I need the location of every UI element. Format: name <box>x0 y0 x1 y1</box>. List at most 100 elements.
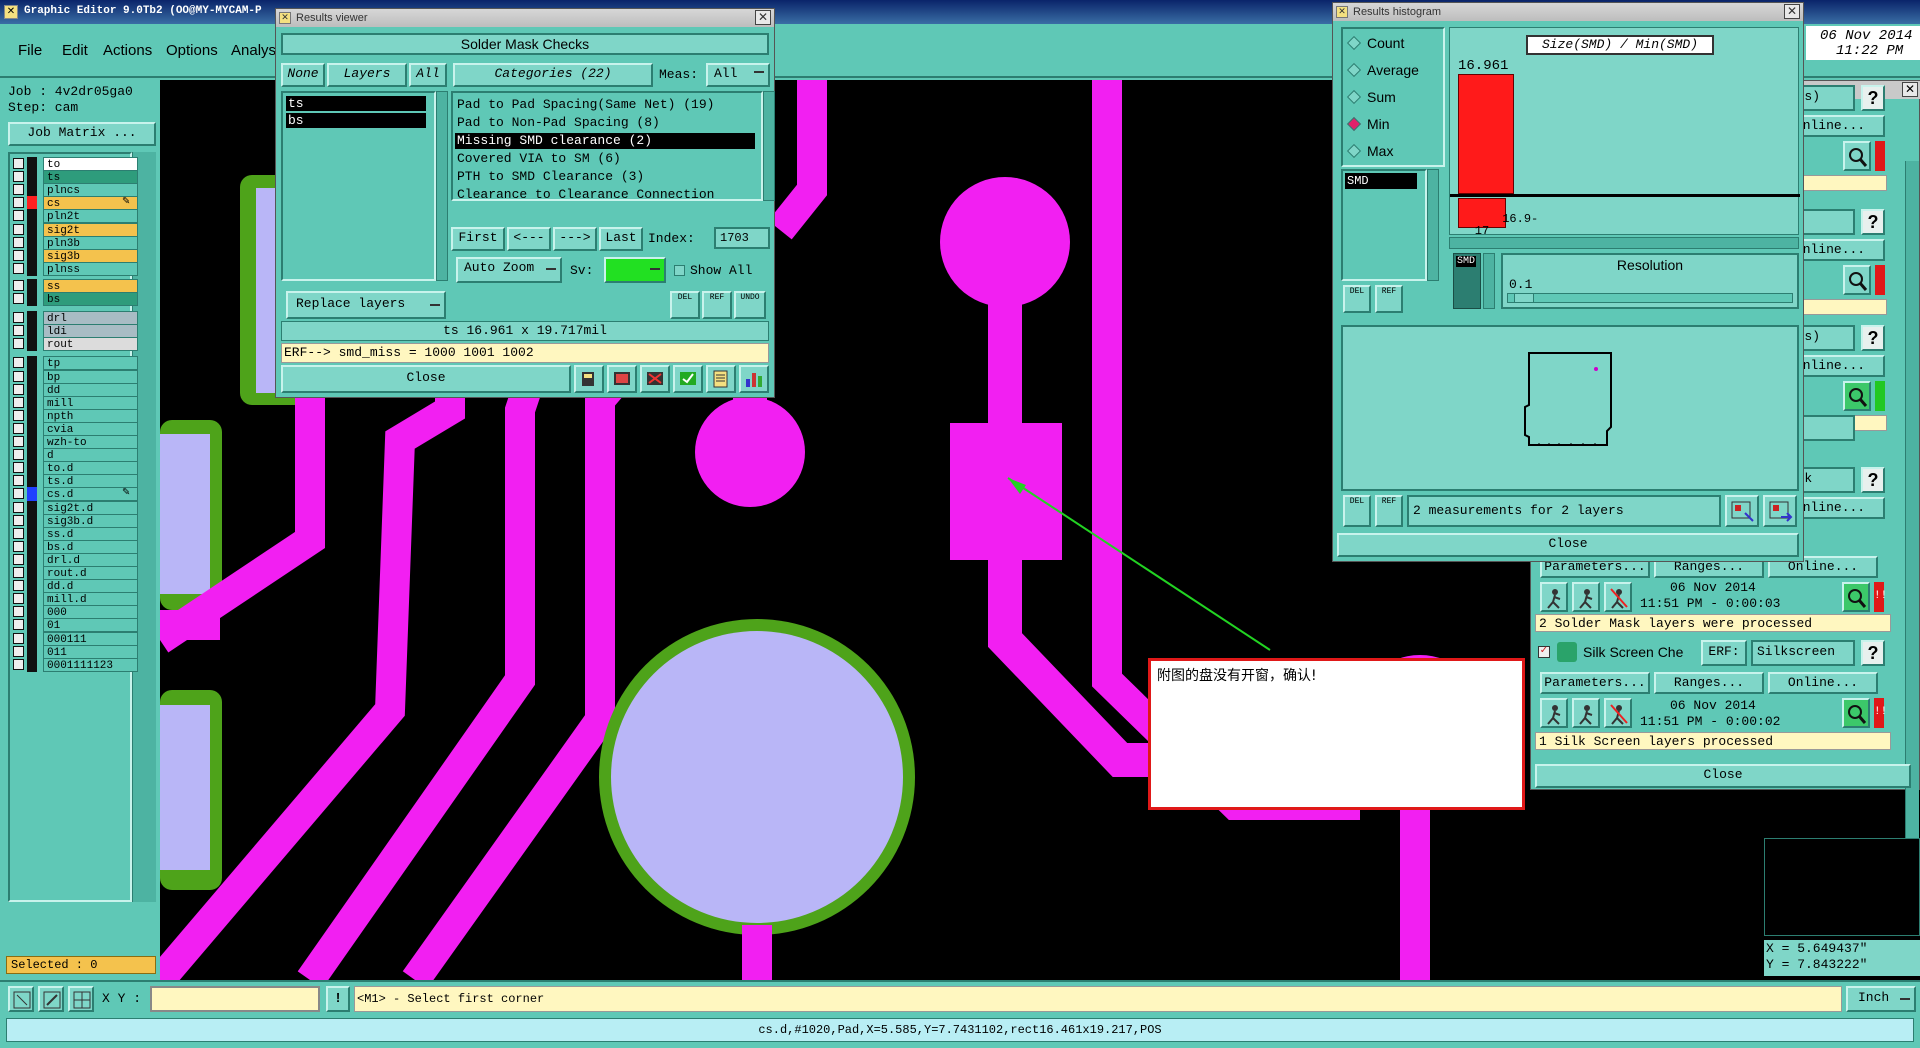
layer-row-tp[interactable]: tp <box>10 356 138 371</box>
index-input[interactable] <box>714 227 770 249</box>
layer-row-ldi[interactable]: ldi <box>10 324 138 339</box>
layer-checkbox[interactable] <box>13 262 24 274</box>
layer-name[interactable]: drl.d <box>43 552 138 567</box>
check-icon[interactable] <box>673 365 703 393</box>
ranges-button-2[interactable]: Ranges... <box>1654 672 1764 694</box>
hist-ref-button-2[interactable]: REF <box>1375 495 1403 527</box>
resolution-slider[interactable] <box>1507 293 1793 303</box>
layer-row-cvia[interactable]: cvia <box>10 421 138 436</box>
category-item[interactable]: Pad to Pad Spacing(Same Net) (19) <box>455 97 755 113</box>
layer-checkbox[interactable] <box>13 580 24 592</box>
layer-item-bs[interactable]: bs <box>286 113 426 128</box>
layer-checkbox[interactable] <box>13 197 24 209</box>
categories-scrollbar[interactable] <box>763 91 775 201</box>
results-close-button[interactable]: Close <box>281 365 571 393</box>
units-select[interactable]: Inch <box>1846 986 1916 1012</box>
chart-hscrollbar[interactable] <box>1449 237 1799 249</box>
layer-name[interactable]: 0001111123 <box>43 657 138 672</box>
layer-name[interactable]: tp <box>43 356 138 371</box>
hist-ref-button[interactable]: REF <box>1375 285 1403 313</box>
layer-checkbox[interactable] <box>13 527 24 539</box>
del-button[interactable]: DEL <box>670 291 700 319</box>
layer-name[interactable]: pln3b <box>43 235 138 250</box>
checklist-scrollbar[interactable] <box>1905 161 1919 851</box>
layer-row-npth[interactable]: npth <box>10 408 138 423</box>
help-icon[interactable]: ? <box>1861 640 1885 666</box>
layer-checkbox[interactable] <box>13 396 24 408</box>
close-icon[interactable]: ✕ <box>755 10 771 25</box>
layer-row-mill.d[interactable]: mill.d <box>10 592 138 607</box>
menu-actions[interactable]: Actions <box>103 42 152 59</box>
histogram-icon[interactable] <box>739 365 769 393</box>
results-viewer-titlebar[interactable]: ✕ Results viewer ✕ <box>276 9 774 27</box>
layer-checkbox[interactable] <box>13 436 24 447</box>
erf-button[interactable]: ERF: <box>1701 640 1747 666</box>
run-icon[interactable] <box>1572 698 1600 728</box>
prev-button[interactable]: <--- <box>507 227 551 251</box>
layer-row-rout.d[interactable]: rout.d <box>10 566 138 580</box>
category-item[interactable]: Clearance to Clearance Connection <box>455 187 755 199</box>
layer-row-to[interactable]: to <box>10 157 138 171</box>
layer-name[interactable]: ts <box>43 170 138 185</box>
layer-name[interactable]: dd <box>43 382 138 397</box>
layer-row-cs.d[interactable]: cs.d ✎ <box>10 487 138 502</box>
layer-name[interactable]: ts.d <box>43 474 138 489</box>
layer-name[interactable]: bs <box>43 292 138 306</box>
layer-checkbox[interactable] <box>13 567 24 578</box>
layer-name[interactable]: plncs <box>43 183 138 198</box>
run-icon[interactable] <box>1572 582 1600 612</box>
layer-checkbox[interactable] <box>13 462 24 474</box>
select-mode-icon[interactable] <box>8 986 34 1012</box>
zoom-icon[interactable] <box>1843 381 1871 411</box>
zoom-icon[interactable] <box>1843 141 1871 171</box>
run-stop-icon[interactable] <box>1604 582 1632 612</box>
zoom-icon[interactable] <box>1843 265 1871 295</box>
layer-checkbox[interactable] <box>13 370 24 382</box>
layer-name[interactable]: 000111 <box>43 631 138 646</box>
layer-name[interactable]: plnss <box>43 261 138 276</box>
last-button[interactable]: Last <box>599 227 643 251</box>
layer-checkbox[interactable] <box>13 236 24 248</box>
layer-row-cs[interactable]: cs ✎ <box>10 196 138 211</box>
layer-checkbox[interactable] <box>13 619 24 631</box>
layer-checkbox[interactable] <box>13 488 24 500</box>
layer-row-sig2t.d[interactable]: sig2t.d <box>10 500 138 515</box>
layer-row-pln2t[interactable]: pln2t <box>10 209 138 224</box>
online-button-2[interactable]: Online... <box>1768 672 1878 694</box>
layer-row-dd.d[interactable]: dd.d <box>10 579 138 594</box>
layer-name[interactable]: 000 <box>43 605 138 620</box>
layer-checkbox[interactable] <box>13 171 24 183</box>
layer-name[interactable]: dd.d <box>43 579 138 594</box>
layer-row-mill[interactable]: mill <box>10 395 138 410</box>
layer-checkbox[interactable] <box>13 540 24 552</box>
category-item[interactable]: Covered VIA to SM (6) <box>455 151 755 167</box>
menu-file[interactable]: File <box>18 42 42 59</box>
layer-checkbox[interactable] <box>13 312 24 324</box>
layer-row-sig3b[interactable]: sig3b <box>10 248 138 263</box>
layer-row-rout[interactable]: rout <box>10 337 138 352</box>
layer-name[interactable]: ldi <box>43 324 138 339</box>
layer-row-bs[interactable]: bs <box>10 292 138 306</box>
layer-name[interactable]: rout.d <box>43 566 138 580</box>
close-icon[interactable]: ✕ <box>1784 4 1800 19</box>
layer-checkbox[interactable] <box>13 501 24 513</box>
layer-row-ss[interactable]: ss <box>10 278 138 293</box>
layer-row-drl[interactable]: drl <box>10 311 138 326</box>
replace-layers-button[interactable]: Replace layers <box>286 291 446 319</box>
layer-name[interactable]: mill.d <box>43 592 138 607</box>
layer-checkbox[interactable] <box>13 422 24 434</box>
resolution-slider-thumb[interactable] <box>1514 293 1534 303</box>
zoom-icon[interactable] <box>1842 698 1870 728</box>
layer-row-bp[interactable]: bp <box>10 369 138 384</box>
layer-name[interactable]: d <box>43 448 138 463</box>
job-matrix-button[interactable]: Job Matrix ... <box>8 122 156 146</box>
layer-name[interactable]: 01 <box>43 618 138 633</box>
layer-row-ts[interactable]: ts <box>10 170 138 185</box>
help-icon[interactable]: ? <box>1861 85 1885 111</box>
help-icon[interactable]: ? <box>1861 209 1885 235</box>
layer-checkbox[interactable] <box>13 606 24 618</box>
layer-row-011[interactable]: 011 <box>10 644 138 659</box>
layer-row-to.d[interactable]: to.d <box>10 461 138 476</box>
edit-mode-icon[interactable] <box>38 986 64 1012</box>
layer-checkbox[interactable] <box>13 210 24 222</box>
